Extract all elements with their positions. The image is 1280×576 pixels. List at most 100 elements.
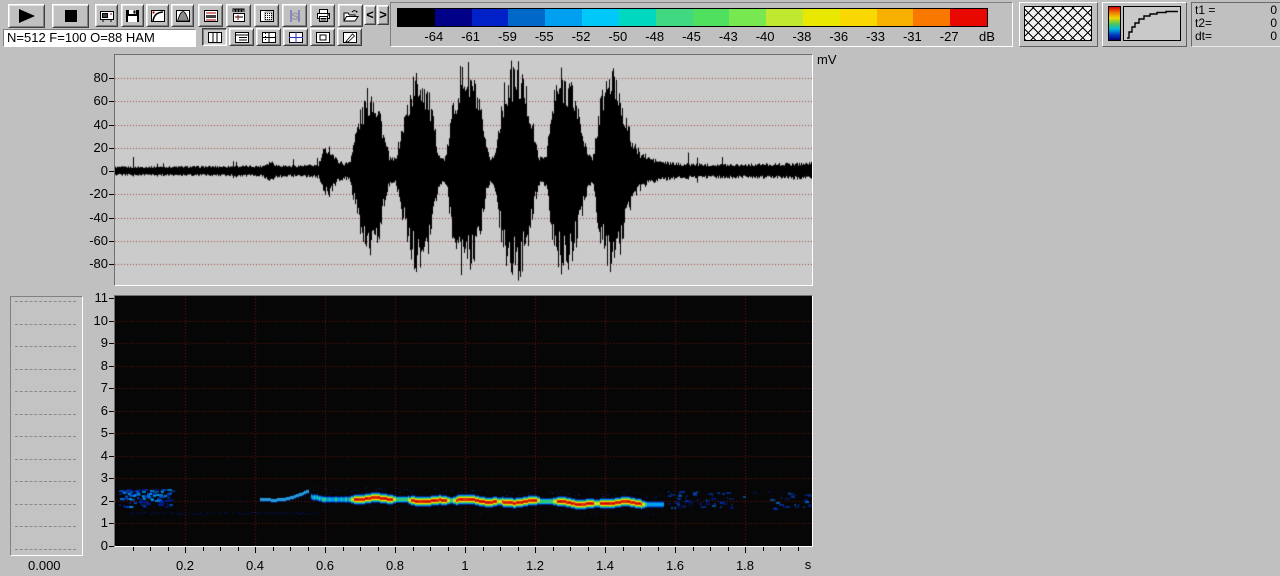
- grid-blue-cross-view-button[interactable]: [283, 28, 308, 46]
- display-lines-icon: [203, 9, 219, 23]
- inner-box-view-button[interactable]: [310, 28, 335, 46]
- spectrogram-xtick: [518, 547, 519, 551]
- color-scale-segment: [840, 9, 877, 26]
- print-button[interactable]: [310, 4, 335, 27]
- spectrogram-xtick: [605, 547, 606, 553]
- spectrogram-xtick: [658, 547, 659, 551]
- spectrogram-xtick: [640, 547, 641, 551]
- s-curves-button[interactable]: S: [282, 4, 307, 27]
- color-scale-tick-label: -48: [640, 29, 670, 44]
- spectrogram-xtick: [343, 547, 344, 551]
- spectrogram-ytick-label: 3: [70, 470, 108, 485]
- transfer-curve-icon: [150, 9, 166, 23]
- play-icon: [16, 8, 38, 24]
- color-scale-tick-label: -59: [492, 29, 522, 44]
- spectrogram-xtick: [273, 547, 274, 551]
- waveform-plot[interactable]: [114, 54, 813, 286]
- color-scale-segment: [766, 9, 803, 26]
- spectrogram-ytick: [109, 411, 114, 412]
- spectrogram-xtick: [483, 547, 484, 551]
- waveform-ytick: [109, 148, 114, 149]
- window-function-button[interactable]: [171, 4, 194, 27]
- spectrogram-ytick-label: 6: [70, 403, 108, 418]
- save-button[interactable]: [121, 4, 144, 27]
- dither-box-button[interactable]: [254, 4, 279, 27]
- level-meter-line: [15, 549, 76, 550]
- color-scale-segment: [693, 9, 730, 26]
- spectrogram-ytick-label: 9: [70, 335, 108, 350]
- color-scale-tick-label: -50: [603, 29, 633, 44]
- columns-view-button[interactable]: [202, 28, 227, 46]
- spectrogram-xtick: [588, 547, 589, 551]
- spectrogram-xtick: [710, 547, 711, 551]
- waveform-ytick-label: -20: [70, 186, 108, 201]
- rows-view-button[interactable]: [229, 28, 254, 46]
- palette-gradient-icon: [1108, 6, 1121, 41]
- color-scale-segment: [472, 9, 509, 26]
- spectrogram-xtick-label: 0.4: [235, 558, 275, 573]
- print-icon: [315, 8, 331, 23]
- spectrogram-xtick: [133, 547, 134, 551]
- color-scale-tick-label: -43: [713, 29, 743, 44]
- spectrogram-xtick: [693, 547, 694, 551]
- spectrogram-x-unit-label: s: [798, 558, 818, 572]
- transfer-curve-box[interactable]: [1102, 2, 1187, 47]
- spectrogram-ytick: [109, 366, 114, 367]
- spectrogram-xtick: [220, 547, 221, 551]
- spectrogram-xtick-label: 1.8: [725, 558, 765, 573]
- svg-text:S: S: [291, 11, 298, 23]
- spectrogram-ytick: [109, 321, 114, 322]
- spectrogram-ytick-label: 7: [70, 380, 108, 395]
- spectrogram-xtick: [780, 547, 781, 551]
- waveform-ytick-label: 0: [70, 163, 108, 178]
- color-scale-tick-label: -31: [897, 29, 927, 44]
- color-scale-segment: [729, 9, 766, 26]
- spectrogram-xtick-label: 1.4: [585, 558, 625, 573]
- spectrogram-xtick: [728, 547, 729, 551]
- spectrogram-ytick: [109, 343, 114, 344]
- grid-cross-view-button[interactable]: [256, 28, 281, 46]
- spectrogram-xtick: [430, 547, 431, 551]
- waveform-ytick-label: -60: [70, 233, 108, 248]
- waveform-ytick: [109, 241, 114, 242]
- spectrogram-xtick: [745, 547, 746, 553]
- spectrogram-xtick-label: 1.2: [515, 558, 555, 573]
- scope-button[interactable]: [95, 4, 118, 27]
- color-scale-tick-label: -36: [824, 29, 854, 44]
- waveform-ytick: [109, 218, 114, 219]
- color-scale-tick-label: -55: [529, 29, 559, 44]
- next-button[interactable]: >: [377, 5, 389, 25]
- waveform-ytick: [109, 171, 114, 172]
- level-meter-line: [15, 436, 76, 437]
- prev-button[interactable]: <: [364, 5, 376, 25]
- edit-view-button[interactable]: [337, 28, 362, 46]
- spectrogram-xtick: [465, 547, 466, 553]
- save-icon: [125, 9, 140, 23]
- level-meter-line: [15, 414, 76, 415]
- gain-curve-icon: [1123, 6, 1181, 41]
- level-meter-line: [15, 481, 76, 482]
- open-folder-button[interactable]: [338, 4, 363, 27]
- transfer-curve-button[interactable]: [146, 4, 169, 27]
- hatch-pattern-icon: [1024, 6, 1092, 41]
- spectrogram-xtick: [308, 547, 309, 551]
- spectrogram-plot[interactable]: [114, 295, 813, 547]
- spectrogram-ytick-label: 4: [70, 448, 108, 463]
- spectrogram-xtick: [325, 547, 326, 553]
- spectrogram-xtick: [413, 547, 414, 551]
- waveform-unit-label: mV: [817, 53, 837, 67]
- hatch-pattern-box[interactable]: [1019, 2, 1098, 47]
- spectrogram-xtick: [675, 547, 676, 553]
- level-meter-line: [15, 391, 76, 392]
- stop-button[interactable]: [52, 4, 89, 28]
- spectrogram-xtick: [150, 547, 151, 551]
- level-meter-line: [15, 369, 76, 370]
- comb-box-button[interactable]: [226, 4, 251, 27]
- play-button[interactable]: [8, 4, 45, 28]
- spectrogram-ytick-label: 1: [70, 515, 108, 530]
- level-meter-line: [15, 324, 76, 325]
- display-lines-button[interactable]: [198, 4, 223, 27]
- spectrogram-xtick: [290, 547, 291, 551]
- spectrogram-xtick: [570, 547, 571, 551]
- spectrogram-ytick: [109, 298, 114, 299]
